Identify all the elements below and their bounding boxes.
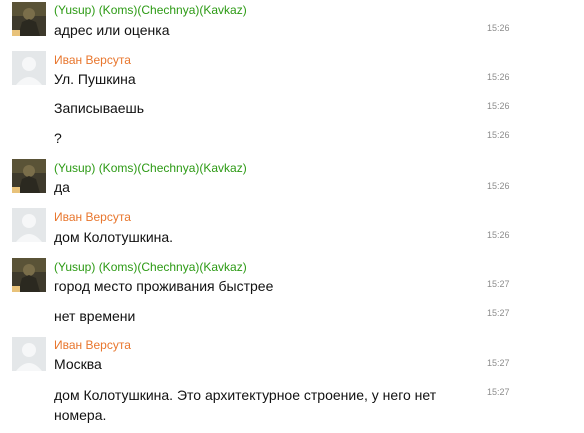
default-avatar-icon bbox=[12, 337, 46, 371]
message-text: Ул. Пушкина bbox=[54, 71, 136, 87]
default-avatar-icon bbox=[12, 208, 46, 242]
message-text: нет времени bbox=[54, 308, 136, 324]
message-text: город место проживания быстрее bbox=[54, 278, 274, 294]
message-author[interactable]: Иван Версута bbox=[54, 210, 131, 224]
message-time: 15:26 bbox=[487, 181, 510, 191]
message-time: 15:27 bbox=[487, 358, 510, 368]
user-avatar[interactable] bbox=[12, 337, 46, 371]
message-author[interactable]: (Yusup) (Koms)(Chechnya)(Kavkaz) bbox=[54, 3, 247, 17]
message-time: 15:27 bbox=[487, 387, 510, 397]
user-avatar[interactable] bbox=[12, 159, 46, 193]
default-avatar-icon bbox=[12, 51, 46, 85]
message-author[interactable]: Иван Версута bbox=[54, 53, 131, 67]
user-avatar[interactable] bbox=[12, 2, 46, 36]
photo-avatar-icon bbox=[12, 2, 46, 36]
message-time: 15:27 bbox=[487, 308, 510, 318]
chat-history: (Yusup) (Koms)(Chechnya)(Kavkaz) адрес и… bbox=[0, 0, 584, 433]
message-time: 15:26 bbox=[487, 130, 510, 140]
user-avatar[interactable] bbox=[12, 51, 46, 85]
message-text: Москва bbox=[54, 356, 102, 372]
message-time: 15:26 bbox=[487, 230, 510, 240]
message-author[interactable]: (Yusup) (Koms)(Chechnya)(Kavkaz) bbox=[54, 161, 247, 175]
message-text: адрес или оценка bbox=[54, 22, 170, 38]
message-time: 15:27 bbox=[487, 279, 510, 289]
message-author[interactable]: (Yusup) (Koms)(Chechnya)(Kavkaz) bbox=[54, 260, 247, 274]
message-text: да bbox=[54, 179, 70, 195]
photo-avatar-icon bbox=[12, 159, 46, 193]
photo-avatar-icon bbox=[12, 258, 46, 292]
message-time: 15:26 bbox=[487, 23, 510, 33]
message-text: дом Колотушкина. bbox=[54, 229, 174, 245]
message-text: ? bbox=[54, 130, 62, 146]
message-time: 15:26 bbox=[487, 101, 510, 111]
message-author[interactable]: Иван Версута bbox=[54, 338, 131, 352]
message-text: дом Колотушкина. Это архитектурное строе… bbox=[54, 387, 437, 423]
message-text: Записываешь bbox=[54, 100, 145, 116]
message-time: 15:26 bbox=[487, 72, 510, 82]
user-avatar[interactable] bbox=[12, 258, 46, 292]
user-avatar[interactable] bbox=[12, 208, 46, 242]
